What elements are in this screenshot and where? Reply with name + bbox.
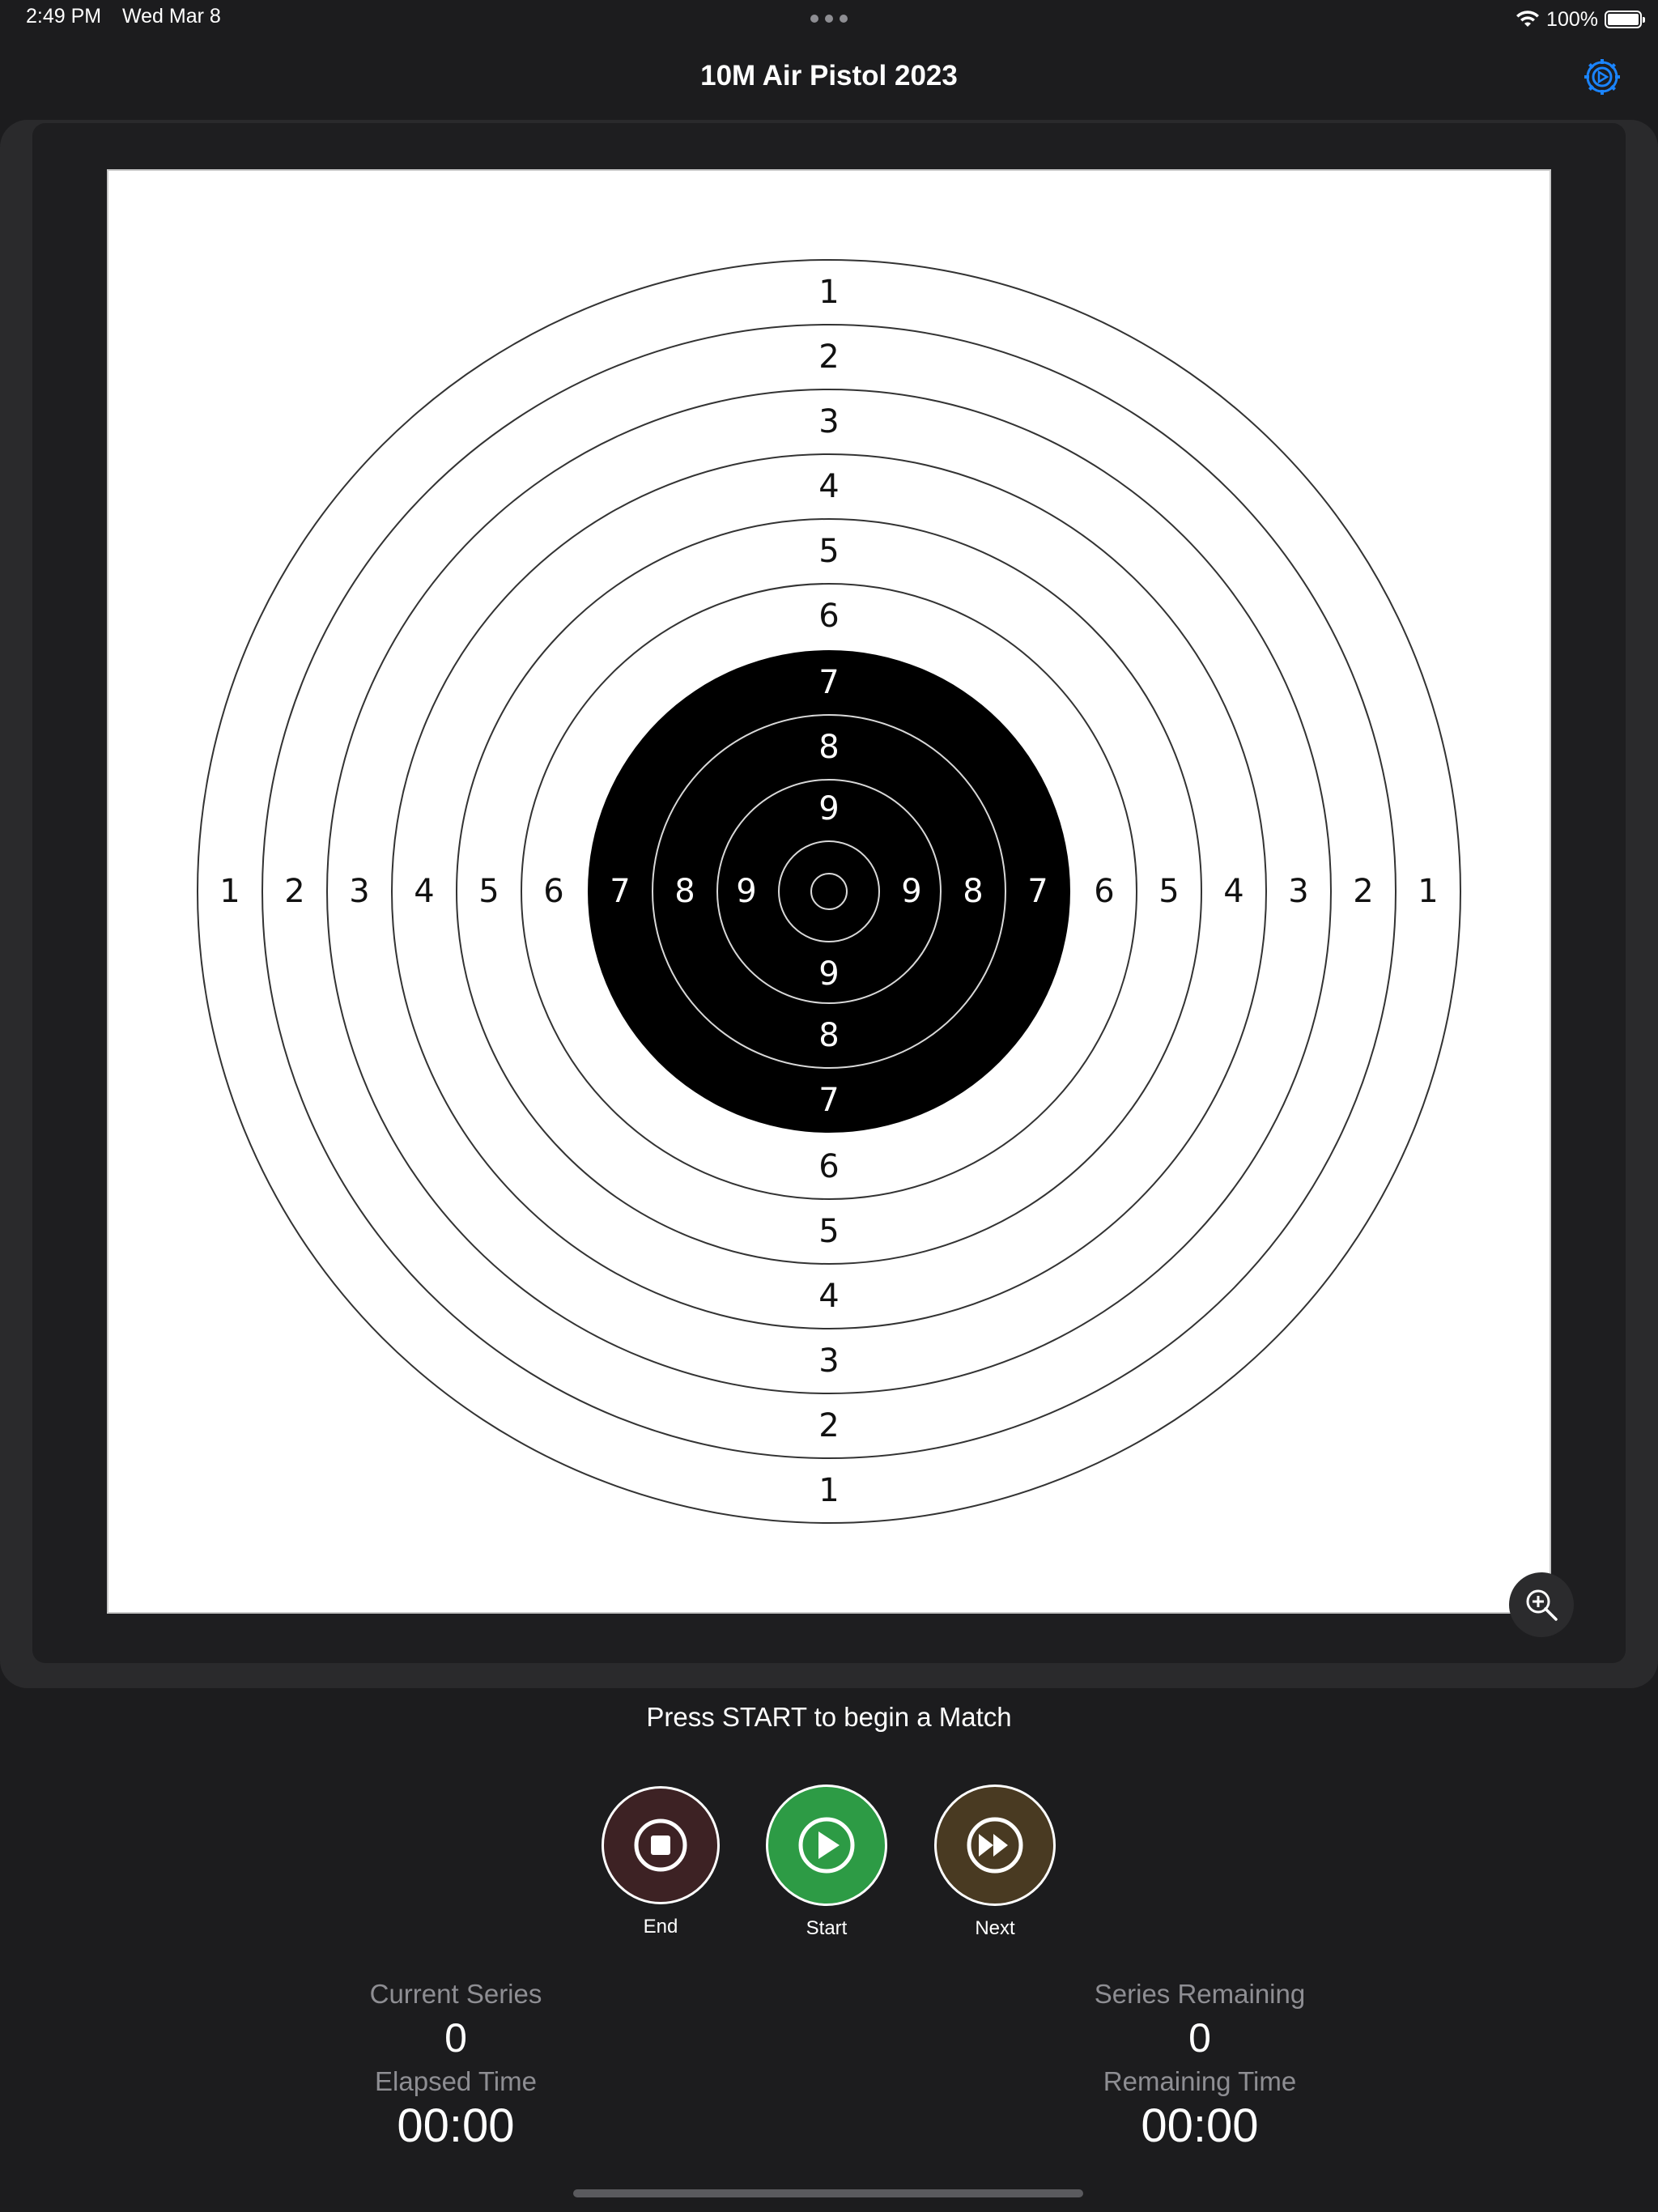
current-series-label: Current Series bbox=[369, 1979, 542, 2009]
ring-score-label: 4 bbox=[818, 468, 839, 505]
ring-score-label: 1 bbox=[1418, 873, 1438, 910]
target-rings: 1 1 1 1 2 2 2 2 3 3 3 3 4 4 4 4 5 5 5 5 6 6 6 6 7 7 7 7 8 8 8 8 9 9 9 9 bbox=[197, 259, 1461, 1524]
status-date: Wed Mar 8 bbox=[122, 5, 221, 28]
ring-score-label: 1 bbox=[219, 873, 240, 910]
elapsed-time-label: Elapsed Time bbox=[375, 2066, 537, 2096]
ring-score-label: 8 bbox=[818, 729, 839, 766]
ring-score-label: 8 bbox=[818, 1017, 839, 1054]
ring-score-label: 3 bbox=[818, 403, 839, 440]
start-button[interactable] bbox=[766, 1784, 887, 1906]
ring-score-label: 3 bbox=[818, 1342, 839, 1380]
air-pistol-target[interactable]: 1 1 1 1 2 2 2 2 3 3 3 3 4 4 4 4 5 5 5 5 6 6 6 6 7 7 7 7 8 8 8 8 9 9 9 9 bbox=[107, 169, 1551, 1614]
status-bar: 2:49 PM Wed Mar 8 100% bbox=[0, 0, 1658, 39]
ring-score-label: 4 bbox=[818, 1278, 839, 1315]
wifi-icon bbox=[1516, 11, 1540, 27]
ring-score-label: 6 bbox=[818, 1148, 839, 1185]
ring-score-label: 2 bbox=[818, 338, 839, 376]
ring-score-label: 7 bbox=[610, 873, 630, 910]
elapsed-time-value: 00:00 bbox=[397, 2099, 515, 2152]
stop-icon bbox=[634, 1819, 687, 1872]
ring-score-label: 9 bbox=[818, 790, 839, 827]
remaining-time-value: 00:00 bbox=[1141, 2099, 1259, 2152]
ring-score-label: 2 bbox=[284, 873, 304, 910]
ring-score-label: 7 bbox=[818, 664, 839, 701]
ring-score-label: 2 bbox=[1353, 873, 1373, 910]
ring-score-label: 6 bbox=[818, 598, 839, 635]
ring-score-label: 9 bbox=[818, 955, 839, 993]
start-label: Start bbox=[806, 1917, 848, 1939]
black-aiming-mark bbox=[588, 650, 1070, 1133]
zoom-in-icon bbox=[1526, 1589, 1558, 1621]
ring-score-label: 7 bbox=[1027, 873, 1048, 910]
ring-score-label: 7 bbox=[818, 1082, 839, 1119]
home-indicator[interactable] bbox=[573, 2189, 1083, 2197]
play-icon bbox=[798, 1817, 855, 1874]
ring-score-label: 4 bbox=[414, 873, 434, 910]
ring-score-label: 5 bbox=[818, 1213, 839, 1250]
ring-score-label: 1 bbox=[818, 1472, 839, 1509]
ring-score-label: 5 bbox=[1158, 873, 1179, 910]
page-title: 10M Air Pistol 2023 bbox=[700, 60, 958, 91]
next-button[interactable] bbox=[934, 1784, 1056, 1906]
status-indicators: 100% bbox=[1516, 5, 1645, 34]
fast-forward-icon bbox=[967, 1817, 1023, 1874]
remaining-time-label: Remaining Time bbox=[1103, 2066, 1297, 2096]
ring-score-label: 5 bbox=[818, 533, 839, 570]
current-series-value: 0 bbox=[444, 2015, 467, 2061]
ring-score-label: 5 bbox=[478, 873, 499, 910]
next-label: Next bbox=[975, 1917, 1015, 1939]
series-remaining-label: Series Remaining bbox=[1094, 1979, 1306, 2009]
ring-score-label: 8 bbox=[963, 873, 983, 910]
ring-score-label: 1 bbox=[818, 274, 839, 311]
ring-score-label: 8 bbox=[674, 873, 695, 910]
ring-score-label: 3 bbox=[1288, 873, 1308, 910]
gear-icon bbox=[1584, 59, 1620, 95]
ring-score-label: 6 bbox=[543, 873, 563, 910]
ring-score-label: 6 bbox=[1094, 873, 1114, 910]
status-time: 2:49 PM bbox=[26, 5, 102, 28]
ring-score-label: 4 bbox=[1223, 873, 1244, 910]
zoom-button[interactable] bbox=[1509, 1572, 1574, 1637]
end-label: End bbox=[643, 1916, 678, 1938]
ring-score-label: 9 bbox=[736, 873, 756, 910]
ring-score-label: 9 bbox=[901, 873, 921, 910]
ring-score-label: 3 bbox=[349, 873, 369, 910]
end-button[interactable] bbox=[602, 1786, 720, 1904]
status-message: Press START to begin a Match bbox=[646, 1702, 1012, 1732]
series-remaining-value: 0 bbox=[1188, 2015, 1211, 2061]
multitasking-dots-icon[interactable] bbox=[810, 15, 848, 23]
settings-button[interactable] bbox=[1582, 57, 1622, 97]
ring-score-label: 2 bbox=[818, 1407, 839, 1444]
battery-percent: 100% bbox=[1546, 7, 1598, 31]
battery-icon bbox=[1605, 11, 1645, 28]
